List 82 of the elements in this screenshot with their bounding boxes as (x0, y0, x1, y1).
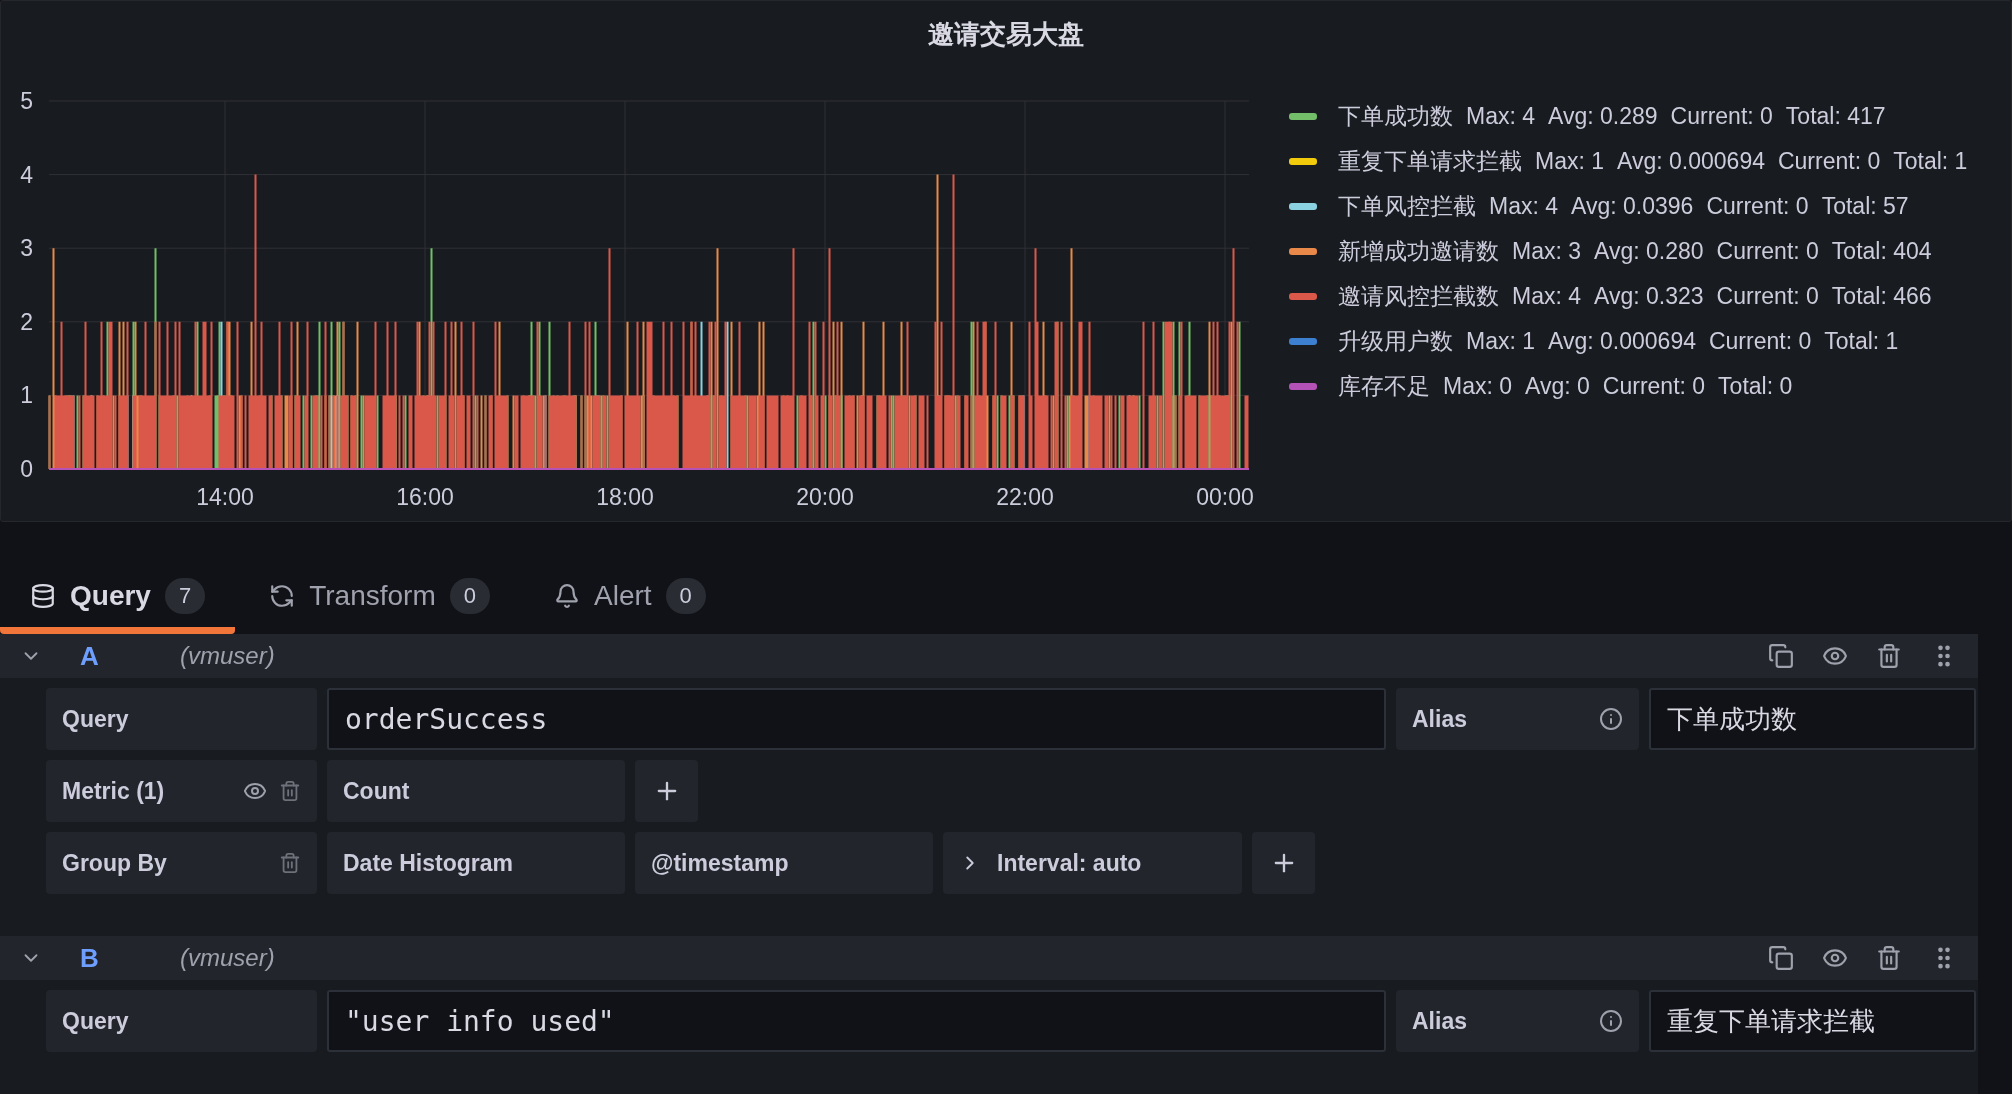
label-text: Query (62, 705, 130, 733)
query-letter: A (80, 640, 100, 672)
x-axis-label: 00:00 (1196, 484, 1254, 510)
legend-current: Current: 0 (1777, 148, 1881, 175)
label-text: Alias (1412, 705, 1468, 733)
legend-total: Total: 0 (1718, 373, 1793, 400)
datasource-name: (vmuser) (180, 944, 276, 972)
datasource-name: (vmuser) (180, 642, 276, 670)
metric-type-select[interactable]: Count (327, 760, 625, 822)
info-icon[interactable] (1599, 707, 1623, 731)
legend-current: Current: 0 (1670, 103, 1773, 130)
query-letter: B (80, 942, 100, 974)
x-axis-label: 22:00 (996, 484, 1054, 510)
legend-current: Current: 0 (1716, 238, 1819, 265)
legend-max: Max: 3 (1512, 238, 1582, 265)
y-axis-label: 4 (20, 161, 33, 188)
legend-series-name[interactable]: 重复下单请求拦截 (1338, 146, 1522, 177)
delete-icon[interactable] (279, 852, 301, 874)
database-icon (30, 582, 56, 609)
tab-count: 0 (449, 577, 490, 614)
delete-icon[interactable] (1876, 945, 1902, 971)
x-axis-label: 14:00 (196, 484, 254, 510)
refresh-icon (269, 582, 296, 609)
legend-avg: Avg: 0.289 (1548, 103, 1658, 130)
legend-max: Max: 0 (1443, 373, 1513, 400)
tab-count: 0 (665, 577, 706, 614)
y-axis-label: 1 (20, 382, 33, 409)
duplicate-icon[interactable] (1768, 945, 1794, 971)
delete-icon[interactable] (279, 780, 301, 802)
label-text: Group By (62, 849, 168, 877)
x-axis-label: 18:00 (596, 484, 654, 510)
query-input[interactable]: "user info used" (327, 990, 1386, 1052)
y-axis-label: 5 (20, 88, 33, 114)
x-axis-label: 20:00 (796, 484, 854, 510)
legend-total: Total: 1 (1824, 328, 1899, 355)
editor-tab[interactable]: Transform 0 (239, 564, 520, 634)
legend-total: Total: 466 (1831, 283, 1932, 310)
legend-series-name[interactable]: 邀请风控拦截数 (1338, 281, 1499, 312)
legend-avg: Avg: 0.323 (1594, 283, 1704, 310)
legend-series-name[interactable]: 升级用户数 (1338, 326, 1453, 357)
legend-total: Total: 404 (1831, 238, 1932, 265)
legend-max: Max: 1 (1466, 328, 1536, 355)
bell-icon (554, 582, 580, 609)
legend-current: Current: 0 (1716, 283, 1819, 310)
legend-avg: Avg: 0.0396 (1571, 193, 1694, 220)
legend-total: Total: 1 (1893, 148, 1968, 175)
x-axis-label: 16:00 (396, 484, 454, 510)
group-type-select[interactable]: Date Histogram (327, 832, 625, 894)
legend-current: Current: 0 (1706, 193, 1809, 220)
legend-series-name[interactable]: 下单风控拦截 (1338, 191, 1476, 222)
panel-title: 邀请交易大盘 (928, 18, 1084, 51)
info-icon[interactable] (1599, 1009, 1623, 1033)
query-input[interactable]: orderSuccess (327, 688, 1386, 750)
editor-tab[interactable]: Alert 0 (524, 564, 736, 634)
alias-input[interactable]: 下单成功数 (1649, 688, 1976, 750)
interval-toggle[interactable]: Interval: auto (943, 832, 1242, 894)
alias-input[interactable]: 重复下单请求拦截 (1649, 990, 1976, 1052)
legend-current: Current: 0 (1602, 373, 1706, 400)
field-select[interactable]: @timestamp (635, 832, 933, 894)
duplicate-icon[interactable] (1768, 643, 1794, 669)
legend-avg: Avg: 0.000694 (1617, 148, 1765, 175)
y-axis-label: 3 (20, 235, 33, 262)
y-axis-label: 2 (20, 308, 33, 335)
legend-series-name[interactable]: 下单成功数 (1338, 101, 1453, 132)
label-text: Alias (1412, 1007, 1468, 1035)
legend-max: Max: 1 (1535, 148, 1605, 175)
label-text: Query (62, 1007, 130, 1035)
tab-count: 7 (164, 577, 206, 614)
legend-avg: Avg: 0 (1525, 373, 1590, 400)
label-text: Metric (1) (62, 777, 166, 805)
legend-max: Max: 4 (1489, 193, 1559, 220)
legend-series-name[interactable]: 新增成功邀请数 (1338, 236, 1499, 267)
y-axis-label: 0 (20, 456, 33, 482)
legend-avg: Avg: 0.280 (1594, 238, 1704, 265)
legend-total: Total: 417 (1785, 103, 1886, 130)
delete-icon[interactable] (1876, 643, 1902, 669)
legend-max: Max: 4 (1466, 103, 1536, 130)
legend-current: Current: 0 (1708, 328, 1812, 355)
legend-avg: Avg: 0.000694 (1548, 328, 1696, 355)
legend-max: Max: 4 (1512, 283, 1582, 310)
legend-total: Total: 57 (1821, 193, 1909, 220)
legend-series-name[interactable]: 库存不足 (1338, 371, 1430, 402)
